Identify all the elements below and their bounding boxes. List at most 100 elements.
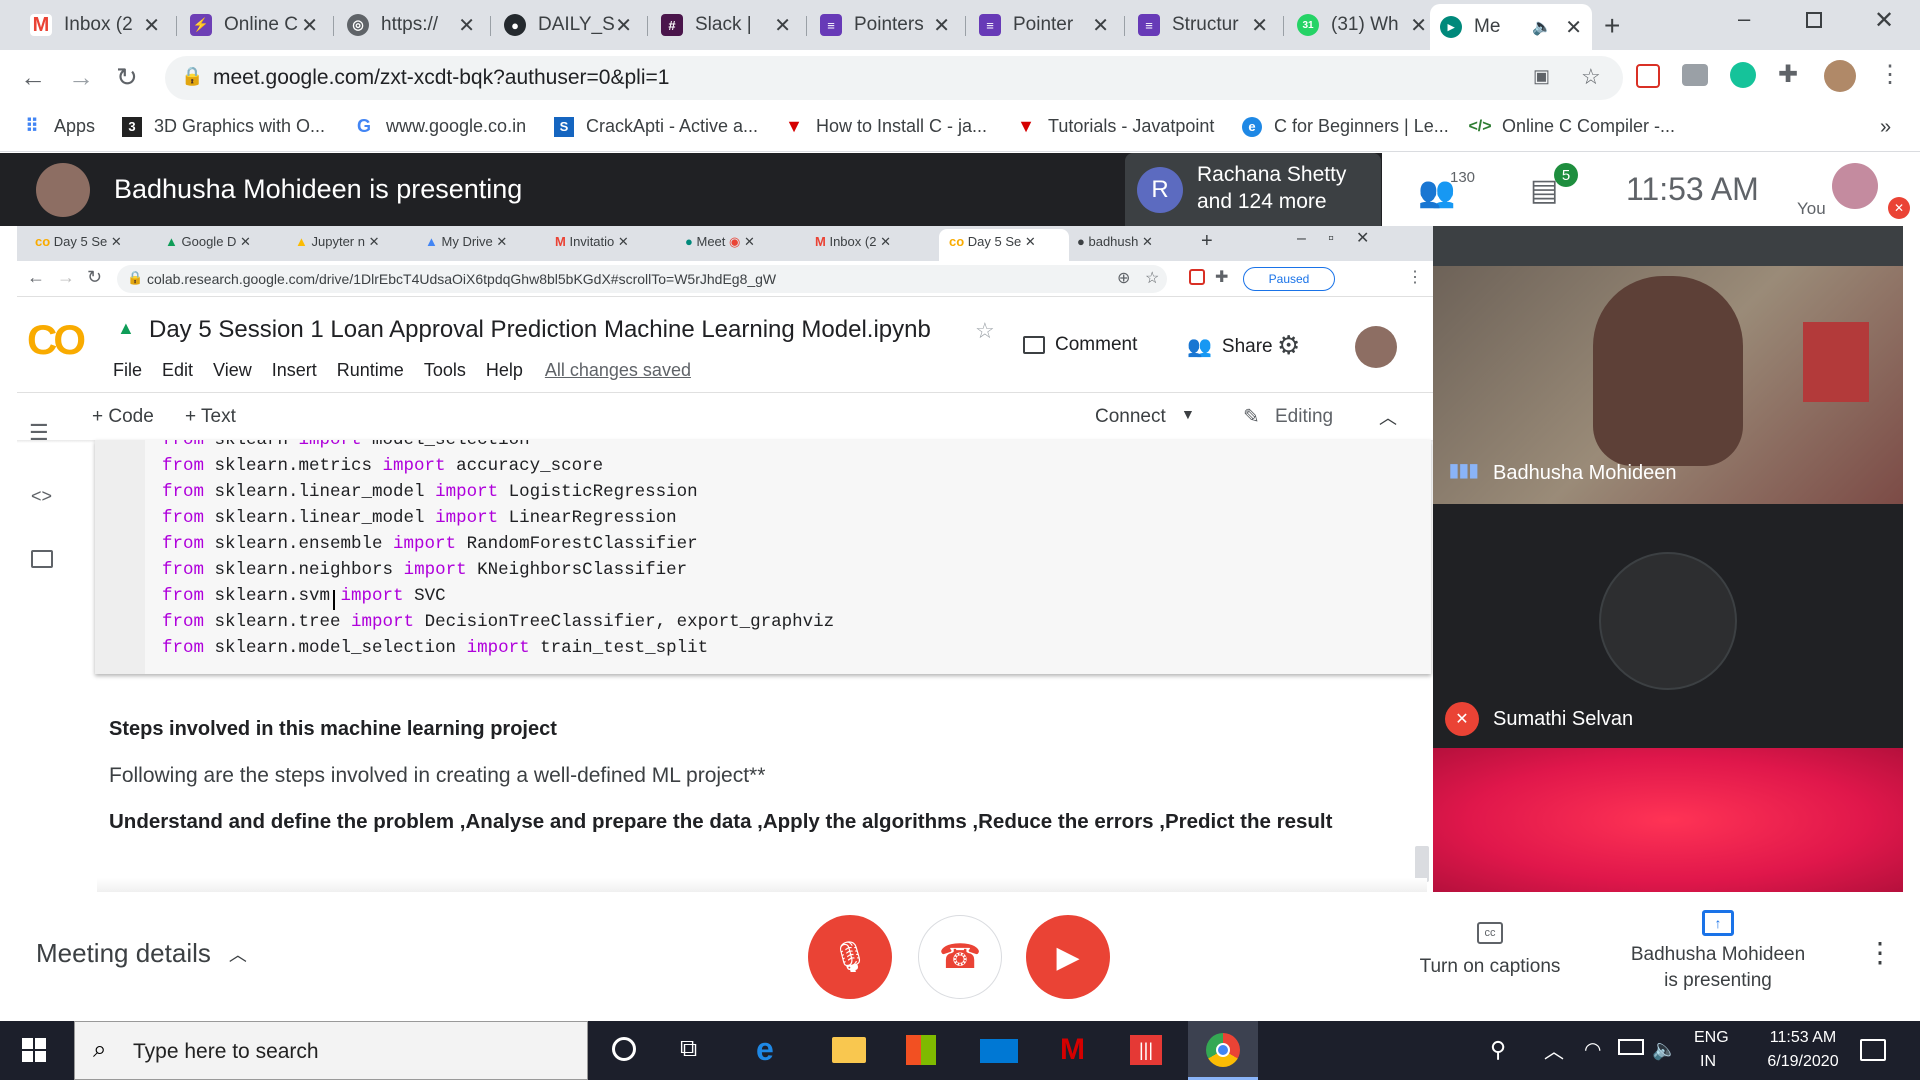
new-tab-button[interactable]: + <box>1604 10 1620 42</box>
code-icon: </> <box>1468 117 1492 135</box>
tab-whatsapp[interactable]: 31 (31) Wh ✕ <box>1287 6 1437 44</box>
forward-arrow-icon[interactable]: → <box>68 62 94 93</box>
store-icon[interactable] <box>906 1035 936 1065</box>
close-icon[interactable]: ✕ <box>933 13 950 38</box>
shared-tab: co Day 5 Se ✕ <box>35 234 122 249</box>
speaker-icon[interactable]: 🔈 <box>1532 17 1552 37</box>
tab-pointers[interactable]: ≡ Pointers ✕ <box>810 6 960 44</box>
notifications-icon[interactable] <box>1860 1039 1886 1061</box>
wifi-icon[interactable]: ◠ <box>1584 1037 1601 1062</box>
tab-daily[interactable]: ● DAILY_S ✕ <box>494 6 642 44</box>
reload-icon[interactable]: ↻ <box>116 62 138 93</box>
bookmark-install-c[interactable]: ▼ How to Install C - ja... <box>784 116 987 137</box>
extension-pocket-icon <box>1189 269 1205 285</box>
file-explorer-icon[interactable] <box>832 1037 866 1063</box>
people-icon[interactable]: ⚲ <box>1490 1037 1506 1063</box>
bookmark-3d-graphics[interactable]: 3 3D Graphics with O... <box>122 116 325 137</box>
meeting-clock: 11:53 AM <box>1626 171 1759 207</box>
chrome-taskbar-button[interactable] <box>1188 1021 1258 1080</box>
close-icon[interactable]: ✕ <box>615 13 632 38</box>
battery-icon[interactable] <box>1618 1039 1644 1055</box>
bookmark-label: Online C Compiler -... <box>1502 116 1676 136</box>
globe-icon: ◎ <box>347 14 369 36</box>
bookmark-online-compiler[interactable]: </> Online C Compiler -... <box>1468 116 1676 137</box>
minimize-button[interactable]: – <box>1738 6 1750 32</box>
edureka-icon: e <box>1242 116 1262 137</box>
tab-slack[interactable]: # Slack | ✕ <box>651 6 801 44</box>
star-icon[interactable]: ☆ <box>1581 64 1601 90</box>
more-bookmarks-button[interactable]: » <box>1880 116 1891 139</box>
volume-icon[interactable]: 🔈 <box>1652 1037 1677 1062</box>
mic-toggle-button[interactable]: 🎙 <box>808 915 892 999</box>
bookmark-apps[interactable]: ⠿ Apps <box>22 116 95 137</box>
mcafee-icon[interactable]: M <box>1060 1033 1085 1067</box>
add-text-button: + Text <box>185 406 236 427</box>
app-red-icon[interactable]: ||| <box>1130 1035 1162 1065</box>
mail-icon[interactable] <box>980 1039 1018 1063</box>
crackapti-icon: S <box>554 116 574 137</box>
cortana-icon[interactable] <box>612 1037 636 1061</box>
bookmark-javatpoint[interactable]: ▼ Tutorials - Javatpoint <box>1016 116 1214 137</box>
tab-structure[interactable]: ≡ Structur ✕ <box>1128 6 1278 44</box>
tab-https[interactable]: ◎ https:// ✕ <box>337 6 485 44</box>
window-close-button[interactable]: ✕ <box>1874 6 1894 35</box>
tray-chevron-up-icon[interactable]: ︿ <box>1544 1035 1564 1064</box>
editing-status: Editing <box>1275 406 1334 427</box>
grammarly-icon[interactable] <box>1730 62 1756 88</box>
windows-start-icon[interactable] <box>22 1038 46 1062</box>
shared-tab-title: Google D <box>181 234 237 249</box>
taskbar-search-box[interactable]: ⌕ Type here to search <box>74 1021 588 1080</box>
shared-screen: co Day 5 Se ✕ ▲ Google D ✕ ▲ Jupyter n ✕… <box>17 226 1433 892</box>
drive-icon: ▲ <box>295 234 308 249</box>
close-icon[interactable]: ✕ <box>1251 13 1268 38</box>
close-icon[interactable]: ✕ <box>458 13 475 38</box>
profile-avatar[interactable] <box>1824 60 1856 92</box>
tab-inbox[interactable]: M Inbox (2 ✕ <box>20 6 170 44</box>
camera-toggle-button[interactable]: ▶ <box>1026 915 1110 999</box>
captions-button[interactable]: cc Turn on captions <box>1390 922 1590 978</box>
people-icon: 👥 <box>1187 336 1212 358</box>
whatsapp-icon: 31 <box>1297 14 1319 36</box>
extension-pocket-icon[interactable] <box>1636 64 1660 88</box>
menu-insert: Insert <box>271 360 317 380</box>
close-icon[interactable]: ✕ <box>1092 13 1109 38</box>
tab-online[interactable]: ⚡ Online C ✕ <box>180 6 328 44</box>
shared-omnibox: 🔒 colab.research.google.com/drive/1DlrEb… <box>117 265 1167 293</box>
meeting-details-button[interactable]: Meeting details ︿ <box>36 938 247 969</box>
restore-button[interactable] <box>1806 12 1822 28</box>
participants-preview[interactable]: R Rachana Shetty and 124 more <box>1125 153 1381 226</box>
close-icon[interactable]: ✕ <box>143 13 160 38</box>
leave-call-button[interactable]: ☎ <box>918 915 1002 999</box>
more-vert-icon[interactable]: ⋮ <box>1878 60 1902 89</box>
omnibox[interactable]: 🔒 meet.google.com/zxt-xcdt-bqk?authuser=… <box>165 56 1623 100</box>
close-icon[interactable]: ✕ <box>1410 13 1427 38</box>
muted-mic-icon: ✕ <box>1888 197 1910 219</box>
back-arrow-icon[interactable]: ← <box>20 62 46 93</box>
camera-blocked-icon[interactable]: ▣ <box>1533 66 1550 87</box>
hang-up-icon: ☎ <box>938 938 982 976</box>
presenting-button[interactable]: ↑ Badhusha Mohideen is presenting <box>1600 910 1836 992</box>
close-icon[interactable]: ✕ <box>1565 15 1582 40</box>
bookmark-google[interactable]: Gwww.google.co.in <box>354 116 526 137</box>
tab-meet-active[interactable]: ▸ Me 🔈 ✕ <box>1430 4 1592 50</box>
shared-tab-title: Day 5 Se <box>967 234 1022 249</box>
more-options-icon[interactable]: ⋮ <box>1866 936 1894 969</box>
task-view-icon[interactable]: ⧉ <box>680 1035 697 1063</box>
camera-extension-icon[interactable] <box>1682 64 1708 86</box>
tab-pointer[interactable]: ≡ Pointer ✕ <box>969 6 1119 44</box>
code-line: from sklearn.svm import SVC <box>162 586 446 606</box>
close-icon[interactable]: ✕ <box>774 13 791 38</box>
bookmark-c-beginners[interactable]: e C for Beginners | Le... <box>1242 116 1449 137</box>
tile-name-presenter: Badhusha Mohideen <box>1493 462 1677 484</box>
puzzle-extensions-icon[interactable]: ✚ <box>1778 60 1798 89</box>
close-icon[interactable]: ✕ <box>301 13 318 38</box>
edge-icon[interactable]: e <box>756 1031 774 1068</box>
language-eng[interactable]: ENG <box>1694 1029 1729 1047</box>
taskbar-search-placeholder: Type here to search <box>133 1040 319 1063</box>
bookmark-crackapti[interactable]: S CrackApti - Active a... <box>554 116 758 137</box>
zoom-icon: ⊕ <box>1117 270 1131 287</box>
clock-time[interactable]: 11:53 AM <box>1748 1029 1858 1047</box>
presenting-label: Badhusha Mohideen <box>1630 944 1806 965</box>
lightning-icon: ⚡ <box>190 14 212 36</box>
presenter-avatar <box>36 163 90 217</box>
